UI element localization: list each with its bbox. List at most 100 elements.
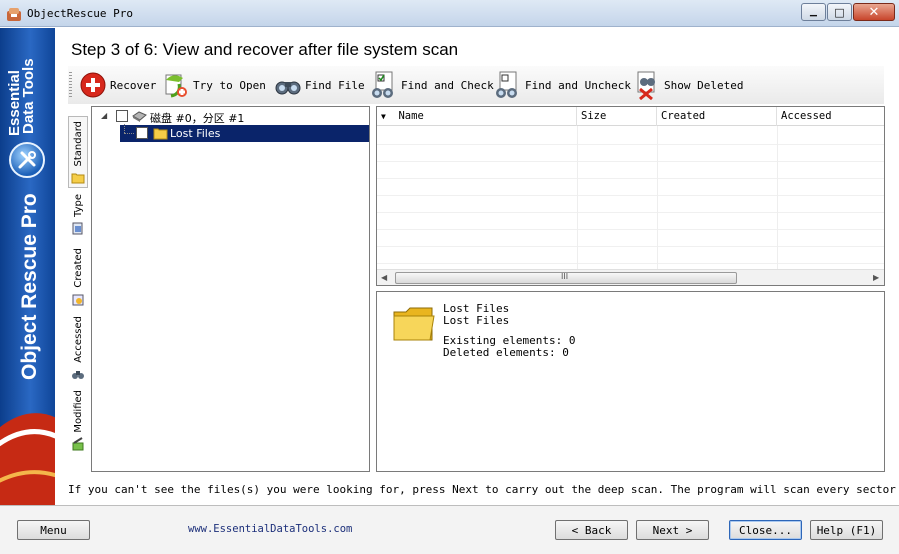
grid-line bbox=[777, 126, 778, 269]
binoculars-icon bbox=[275, 81, 301, 95]
banner-swoosh bbox=[0, 413, 55, 506]
modified-icon bbox=[72, 436, 84, 451]
find-and-check-label: Find and Check bbox=[401, 78, 494, 92]
accessed-icon bbox=[72, 370, 84, 379]
find-and-uncheck-label: Find and Uncheck bbox=[525, 78, 631, 92]
list-header: ▼ Name Size Created Accessed bbox=[377, 107, 884, 126]
maximize-button[interactable]: □ bbox=[827, 3, 852, 21]
grid-line bbox=[377, 144, 884, 145]
file-list[interactable]: ▼ Name Size Created Accessed ◀ III ▶ bbox=[376, 106, 885, 286]
banner-company-line2: Data Tools bbox=[20, 58, 37, 134]
tab-created-label: Created bbox=[72, 248, 84, 288]
find-check-icon bbox=[372, 71, 393, 98]
find-and-check-button[interactable]: Find and Check bbox=[369, 69, 494, 101]
details-deleted: Deleted elements: 0 bbox=[443, 346, 569, 359]
recover-button[interactable]: Recover bbox=[78, 69, 156, 101]
grid-line bbox=[377, 178, 884, 179]
show-deleted-icon bbox=[637, 71, 655, 100]
grid-line bbox=[377, 161, 884, 162]
tab-standard[interactable]: Standard bbox=[68, 116, 88, 188]
grid-line bbox=[657, 126, 658, 269]
maximize-icon: □ bbox=[834, 5, 845, 19]
horizontal-scrollbar[interactable]: ◀ III ▶ bbox=[377, 269, 884, 285]
grid-line bbox=[377, 212, 884, 213]
minimize-icon: ▁ bbox=[810, 6, 817, 17]
scroll-left-icon[interactable]: ◀ bbox=[381, 273, 387, 282]
column-name[interactable]: ▼ Name bbox=[377, 107, 577, 126]
tab-modified-label: Modified bbox=[72, 390, 84, 433]
view-tabs: Standard Type Created Accessed Modified bbox=[67, 106, 89, 471]
find-file-label: Find File bbox=[305, 78, 365, 92]
title-bar: ObjectRescue Pro ▁ □ ✕ bbox=[0, 0, 899, 27]
banner-product: Object Rescue Pro bbox=[18, 193, 41, 380]
close-button[interactable]: Close... bbox=[729, 520, 802, 540]
try-to-open-label: Try to Open bbox=[193, 78, 266, 92]
banner-company: Essential Data Tools bbox=[6, 58, 37, 136]
tools-icon bbox=[9, 142, 45, 178]
collapse-icon[interactable]: ◢ bbox=[101, 111, 107, 120]
toolbar: Recover Try to Open Find File Find and C… bbox=[68, 66, 884, 104]
tree-connector bbox=[124, 133, 134, 134]
show-deleted-button[interactable]: Show Deleted bbox=[632, 69, 743, 101]
details-path: Lost Files bbox=[443, 314, 510, 327]
tab-modified[interactable]: Modified bbox=[68, 390, 88, 456]
grid-line bbox=[577, 126, 578, 269]
created-icon bbox=[72, 294, 84, 306]
scroll-grip: III bbox=[561, 272, 569, 281]
column-accessed[interactable]: Accessed bbox=[777, 107, 884, 126]
hint-text: If you can't see the files(s) you were l… bbox=[68, 483, 899, 496]
column-name-label: Name bbox=[398, 110, 424, 122]
find-uncheck-icon bbox=[496, 71, 517, 98]
scroll-thumb[interactable]: III bbox=[395, 272, 737, 284]
show-deleted-label: Show Deleted bbox=[664, 78, 744, 92]
recover-label: Recover bbox=[110, 78, 157, 92]
folder-tree[interactable]: ◢ 磁盘 #0，分区 #1 Lost Files bbox=[91, 106, 370, 472]
tree-root-label: 磁盘 #0，分区 #1 bbox=[150, 112, 245, 125]
column-created[interactable]: Created bbox=[657, 107, 777, 126]
details-panel: Lost Files Lost Files Existing elements:… bbox=[376, 291, 885, 472]
grid-line bbox=[377, 246, 884, 247]
website-link[interactable]: www.EssentialDataTools.com bbox=[188, 523, 352, 535]
recover-icon bbox=[80, 72, 106, 98]
tab-created[interactable]: Created bbox=[68, 248, 88, 308]
help-button[interactable]: Help (F1) bbox=[810, 520, 883, 540]
find-file-button[interactable]: Find File bbox=[273, 69, 365, 101]
tab-accessed-label: Accessed bbox=[72, 316, 84, 363]
root-checkbox[interactable] bbox=[116, 110, 128, 122]
next-button[interactable]: Next > bbox=[636, 520, 709, 540]
try-open-icon bbox=[165, 74, 187, 98]
tree-node-root[interactable]: ◢ 磁盘 #0，分区 #1 bbox=[92, 108, 369, 125]
sort-icon: ▼ bbox=[381, 112, 386, 121]
tree-child-label: Lost Files bbox=[170, 127, 221, 140]
toolbar-grip bbox=[69, 72, 72, 98]
scroll-right-icon[interactable]: ▶ bbox=[873, 273, 879, 282]
tree-connector bbox=[124, 124, 125, 133]
file-type-icon bbox=[72, 222, 83, 235]
tab-accessed[interactable]: Accessed bbox=[68, 316, 88, 384]
grid-line bbox=[377, 229, 884, 230]
back-button[interactable]: < Back bbox=[555, 520, 628, 540]
grid-line bbox=[377, 263, 884, 264]
wrench-icon bbox=[18, 151, 36, 169]
tab-type[interactable]: Type bbox=[68, 194, 88, 242]
close-icon: ✕ bbox=[868, 4, 880, 20]
large-folder-icon bbox=[393, 307, 435, 341]
close-window-button[interactable]: ✕ bbox=[853, 3, 895, 21]
app-icon bbox=[7, 8, 21, 21]
folder-icon bbox=[71, 173, 85, 183]
lost-files-checkbox[interactable] bbox=[136, 127, 148, 139]
minimize-button[interactable]: ▁ bbox=[801, 3, 826, 21]
menu-button[interactable]: Menu bbox=[17, 520, 90, 540]
side-banner: Essential Data Tools Object Rescue Pro bbox=[0, 28, 55, 506]
tab-standard-label: Standard bbox=[72, 121, 84, 167]
tree-node-lost-files[interactable]: Lost Files bbox=[120, 125, 369, 142]
folder-icon bbox=[153, 128, 168, 140]
column-size[interactable]: Size bbox=[577, 107, 657, 126]
window-title: ObjectRescue Pro bbox=[27, 7, 133, 20]
tab-type-label: Type bbox=[72, 194, 84, 217]
disk-icon bbox=[132, 111, 147, 122]
try-to-open-button[interactable]: Try to Open bbox=[161, 69, 266, 101]
step-title: Step 3 of 6: View and recover after file… bbox=[71, 40, 459, 59]
find-and-uncheck-button[interactable]: Find and Uncheck bbox=[493, 69, 631, 101]
grid-line bbox=[377, 195, 884, 196]
